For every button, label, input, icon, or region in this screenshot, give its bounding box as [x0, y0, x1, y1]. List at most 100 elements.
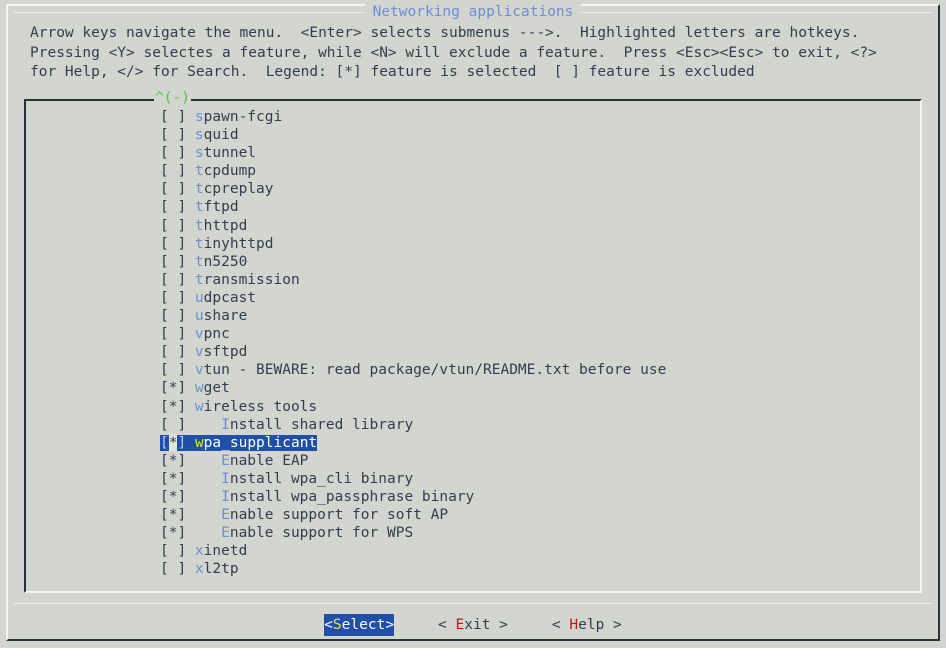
menu-item-row[interactable]: [ ] Install shared library	[160, 416, 920, 434]
menu-item-row[interactable]: [ ] spawn-fcgi	[160, 108, 920, 126]
button-label: xit	[464, 617, 491, 633]
menu-item-row[interactable]: [ ] tinyhttpd	[160, 235, 920, 253]
menu-item-label: nstall wpa_passphrase binary	[229, 488, 475, 505]
scroll-up-indicator[interactable]: ^(-)	[154, 90, 191, 106]
menu-item-row[interactable]: [ ] xl2tp	[160, 560, 920, 578]
menu-item-row[interactable]: [*] wpa_supplicant	[160, 434, 920, 452]
button-elp[interactable]: < Help >	[552, 614, 622, 636]
menu-item-label: nable support for WPS	[229, 525, 414, 542]
button-hotkey: E	[455, 617, 465, 633]
menu-item-hotkey: t	[194, 199, 204, 216]
menu-item-row[interactable]: [*] Enable support for soft AP	[160, 506, 920, 524]
menu-item-label: httpd	[203, 217, 248, 234]
menu-item-row[interactable]: [ ] udpcast	[160, 289, 920, 307]
menu-item-hotkey: x	[194, 561, 204, 578]
checkbox-indicator[interactable]: [ ]	[160, 561, 195, 577]
checkbox-indicator[interactable]: [ ]	[160, 163, 195, 179]
button-bracket-right: >	[385, 617, 395, 633]
menu-item-row[interactable]: [ ] vsftpd	[160, 343, 920, 361]
checkbox-indicator[interactable]: [*]	[160, 507, 221, 523]
menu-item-label: nstall wpa_cli binary	[229, 470, 414, 487]
checkbox-indicator[interactable]: [*]	[160, 453, 221, 469]
menu-item-hotkey: t	[194, 271, 204, 288]
button-bracket-right: >	[490, 617, 508, 633]
checkbox-indicator[interactable]: [ ]	[160, 218, 195, 234]
page-title: Networking applications	[8, 4, 938, 21]
menu-item-label: share	[203, 308, 248, 325]
menu-item-hotkey: v	[194, 362, 204, 379]
menu-item-row[interactable]: [ ] stunnel	[160, 144, 920, 162]
menu-item-row[interactable]: [ ] tftpd	[160, 198, 920, 216]
button-separator-rule	[14, 603, 932, 604]
menu-item-row[interactable]: [*] wireless tools	[160, 398, 920, 416]
checkbox-bracket-close: ]	[177, 434, 187, 451]
checkbox-indicator[interactable]: [ ]	[160, 127, 195, 143]
checkbox-indicator[interactable]: [ ]	[160, 236, 195, 252]
button-bracket-left: <	[438, 617, 456, 633]
button-xit[interactable]: < Exit >	[438, 614, 508, 636]
menu-item-hotkey: s	[194, 145, 204, 162]
checkbox-indicator[interactable]: [ ]	[160, 308, 195, 324]
checkbox-indicator[interactable]: [ ]	[160, 326, 195, 342]
checkbox-indicator[interactable]: [ ]	[160, 145, 195, 161]
checkbox-indicator[interactable]: [ ]	[160, 290, 195, 306]
menu-item-label: nstall shared library	[229, 416, 414, 433]
button-label: elp	[578, 617, 605, 633]
checkbox-indicator[interactable]: [*]	[160, 399, 195, 415]
menu-item-row[interactable]: [*] wget	[160, 379, 920, 397]
checkbox-indicator[interactable]: [ ]	[160, 109, 195, 125]
checkbox-indicator[interactable]: [*]	[160, 525, 221, 541]
menu-item-row[interactable]: [ ] tcpreplay	[160, 180, 920, 198]
menu-item-hotkey: t	[194, 163, 204, 180]
button-bracket-right: >	[604, 617, 622, 633]
menu-item-row[interactable]: [ ] squid	[160, 126, 920, 144]
menu-item-label: pawn-fcgi	[203, 109, 283, 125]
help-line-1: Arrow keys navigate the menu. <Enter> se…	[30, 25, 860, 41]
menu-item-row[interactable]: [ ] ushare	[160, 307, 920, 325]
checkbox-indicator[interactable]: [ ]	[160, 272, 195, 288]
menu-item-row[interactable]: [*] Install wpa_passphrase binary	[160, 488, 920, 506]
help-line-2: Pressing <Y> selectes a feature, while <…	[30, 44, 877, 61]
menu-item-indent	[186, 434, 195, 451]
menu-item-hotkey: I	[221, 470, 230, 487]
menu-item-row[interactable]: [ ] thttpd	[160, 217, 920, 235]
menu-item-row[interactable]: [ ] transmission	[160, 271, 920, 289]
menu-item-hotkey: u	[194, 289, 204, 306]
checkbox-indicator[interactable]: [ ]	[160, 199, 195, 215]
checkbox-indicator[interactable]: [ ]	[160, 543, 195, 559]
button-elect[interactable]: <Select>	[324, 614, 395, 636]
menu-item-row[interactable]: [*] Enable EAP	[160, 452, 920, 470]
checkbox-indicator[interactable]: [*]	[160, 489, 221, 505]
dialog-window: Networking applications Arrow keys navig…	[6, 4, 940, 641]
menu-item-label: inyhttpd	[203, 235, 274, 252]
menu-item-row[interactable]: [ ] vpnc	[160, 325, 920, 343]
menu-item-row[interactable]: [ ] tcpdump	[160, 162, 920, 180]
menu-item-hotkey: t	[194, 235, 204, 252]
menu-item-hotkey: I	[221, 416, 230, 433]
menu-item-row[interactable]: [*] Install wpa_cli binary	[160, 470, 920, 488]
menu-item-label: tun - BEWARE: read package/vtun/README.t…	[203, 362, 667, 379]
menu-item-label: tunnel	[203, 145, 257, 162]
menu-item-hotkey: t	[194, 217, 204, 234]
button-hotkey: H	[569, 617, 579, 633]
dialog-titlebar: Networking applications	[8, 4, 938, 22]
menu-item-hotkey: u	[194, 308, 204, 325]
page-title-text: Networking applications	[364, 4, 582, 20]
menu-item-hotkey: I	[221, 488, 230, 505]
menu-item-hotkey: s	[194, 127, 204, 144]
menu-item-row[interactable]: [*] Enable support for WPS	[160, 524, 920, 542]
checkbox-indicator[interactable]: [ ]	[160, 254, 195, 270]
menu-item-row[interactable]: [ ] tn5250	[160, 253, 920, 271]
menu-item-row[interactable]: [ ] xinetd	[160, 542, 920, 560]
checkbox-indicator[interactable]: [ ]	[160, 362, 195, 378]
menu-listbox[interactable]: ^(-) [ ] spawn-fcgi[ ] squid[ ] stunnel[…	[24, 90, 922, 593]
menu-item-hotkey: t	[194, 181, 204, 198]
menu-item-label: dpcast	[203, 289, 257, 306]
menu-item-row[interactable]: [ ] vtun - BEWARE: read package/vtun/REA…	[160, 361, 920, 379]
checkbox-indicator[interactable]: [ ]	[160, 181, 195, 197]
checkbox-indicator[interactable]: [*]	[160, 380, 195, 396]
checkbox-indicator[interactable]: [*]	[160, 471, 221, 487]
checkbox-indicator[interactable]: [ ]	[160, 417, 221, 433]
checkbox-indicator[interactable]: [ ]	[160, 344, 195, 360]
button-bracket-left: <	[551, 617, 570, 633]
